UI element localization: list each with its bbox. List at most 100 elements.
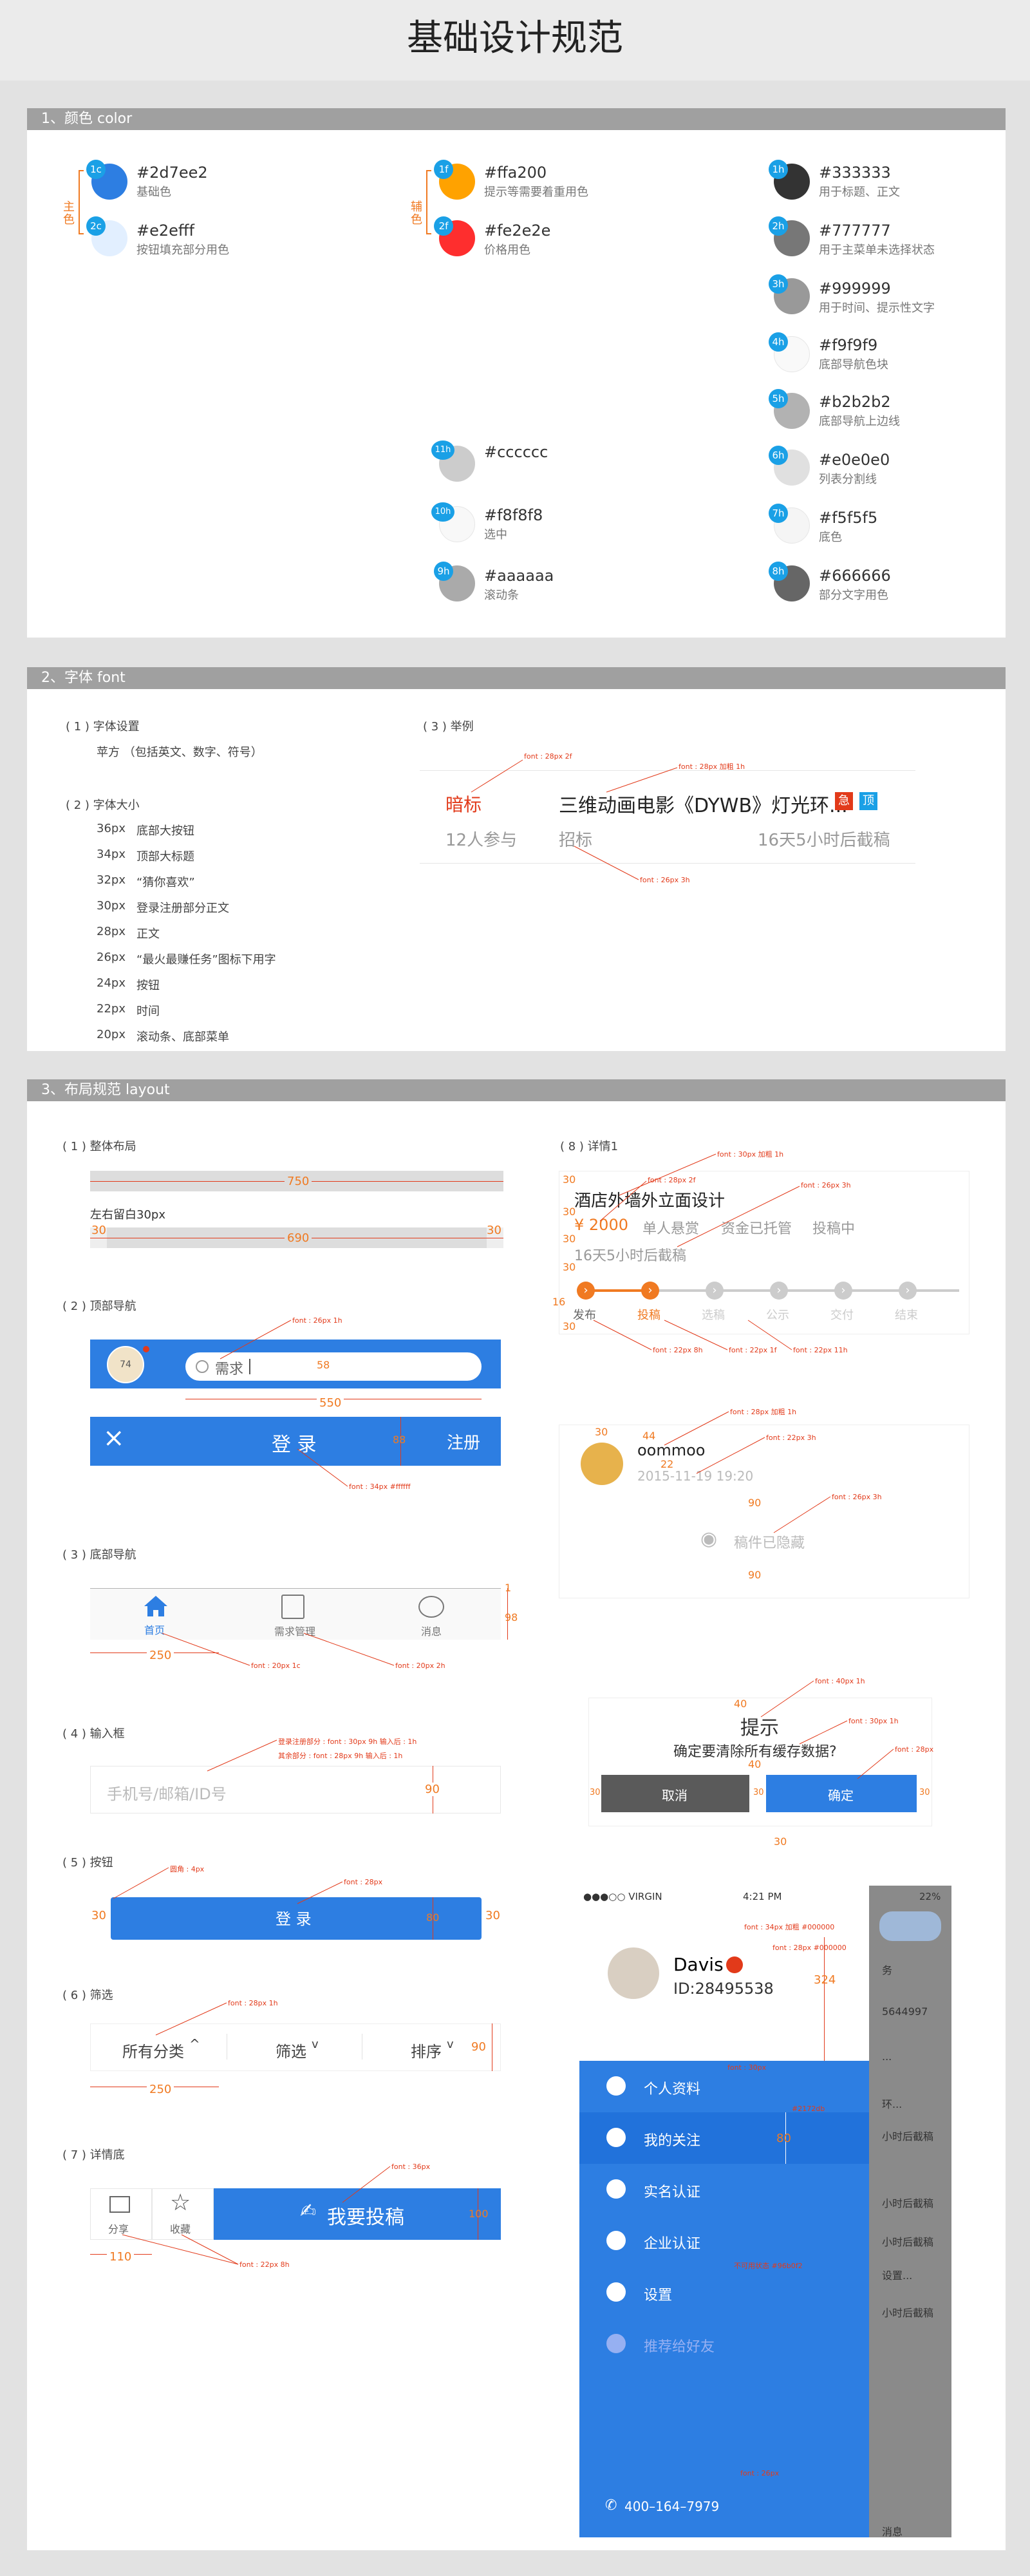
color-hex: #b2b2b2	[819, 393, 891, 411]
status-carrier: ●●●○○ VIRGIN	[583, 1891, 662, 1902]
color-desc: 底色	[819, 531, 842, 544]
color-hex: #666666	[819, 567, 891, 585]
page-title: 基础设计规范	[0, 0, 1030, 80]
swatch-id: 1f	[434, 160, 453, 179]
drawer-menu-item[interactable]: 个人资料	[579, 2061, 869, 2112]
color-desc: 用于标题、正文	[819, 185, 900, 199]
color-hex: #e0e0e0	[819, 451, 890, 469]
annotation-lines	[471, 759, 678, 880]
gear-icon	[606, 2282, 626, 2302]
annotation: font : 28px #000000	[772, 1944, 847, 1952]
drawer-menu-item[interactable]: 设置	[579, 2267, 869, 2318]
swatch-id: 2c	[86, 216, 106, 236]
color-hex: #cccccc	[484, 443, 548, 461]
primary-label: 主色	[63, 200, 75, 227]
phone-screen: 务 5644997... 环... 小时后截稿 小时后截稿 小时后截稿 设置... 小时后截稿…	[579, 1886, 951, 2537]
annotation: font : 34px 加粗 #000000	[744, 1923, 835, 1931]
layout-panel: ( 1 ) 整体布局 750 左右留白30px 30 690 30 ( 2 ) …	[27, 1101, 1006, 2550]
color-hex: #f8f8f8	[484, 506, 543, 524]
color-desc: 滚动条	[484, 589, 519, 602]
background-peek-text: 环...	[882, 2098, 903, 2110]
color-desc: 底部导航色块	[819, 358, 888, 372]
section-font-header: 2、字体 font	[27, 667, 1006, 689]
background-peek-text: 小时后截稿	[882, 2236, 934, 2248]
section-color-header: 1、颜色 color	[27, 108, 1006, 130]
vip-badge-icon	[726, 1956, 743, 1973]
color-hex: #ffa200	[484, 164, 547, 182]
color-desc: 列表分割线	[819, 473, 877, 486]
annotation: font : 26px	[740, 2469, 780, 2477]
drawer-menu-label: 设置	[644, 2287, 673, 2304]
color-hex: #777777	[819, 222, 891, 240]
color-desc: 部分文字用色	[819, 589, 888, 602]
color-desc: 提示等需要着重用色	[484, 185, 588, 199]
dimension-line	[824, 1937, 825, 2066]
font-panel: ( 1 ) 字体设置 苹方 （包括英文、数字、符号） ( 2 ) 字体大小 36…	[27, 689, 1006, 1051]
color-desc: 选中	[484, 528, 507, 542]
color-hex: #999999	[819, 279, 891, 298]
secondary-label: 辅色	[411, 200, 422, 227]
color-hex: #2d7ee2	[136, 164, 208, 182]
drawer-menu-label: 我的关注	[644, 2133, 701, 2149]
background-peek-text: 5644997	[882, 2005, 928, 2018]
background-peek-text: 务	[882, 1964, 893, 1976]
verify-icon	[606, 2179, 626, 2199]
swatch-id: 2h	[769, 216, 788, 236]
section-layout-header: 3、布局规范 layout	[27, 1079, 1006, 1101]
background-peek-text: 小时后截稿	[882, 2197, 934, 2210]
bg-search-peek	[879, 1911, 941, 1941]
swatch-id: 10h	[431, 502, 454, 522]
drawer-user-name: Davis	[673, 1954, 724, 1975]
phone-icon: ✆	[605, 2497, 617, 2514]
drawer-menu-item[interactable]: 实名认证	[579, 2164, 869, 2215]
hotline-number[interactable]: 400–164–7979	[624, 2499, 719, 2514]
swatch-id: 4h	[769, 332, 788, 352]
color-hex: #e2efff	[136, 222, 194, 240]
color-hex: #f5f5f5	[819, 509, 878, 527]
drawer-menu-item[interactable]: 企业认证	[579, 2215, 869, 2267]
swatch-id: 11h	[431, 440, 454, 460]
follow-icon	[606, 2128, 626, 2147]
color-desc: 基础色	[136, 185, 171, 199]
dim-324: 324	[814, 1973, 836, 1987]
swatch-id: 1c	[86, 160, 106, 179]
color-desc: 用于主菜单未选择状态	[819, 243, 935, 257]
color-desc: 价格用色	[484, 243, 530, 257]
background-peek-text: 设置...	[882, 2269, 913, 2282]
swatch-id: 5h	[769, 389, 788, 408]
swatch-id: 7h	[769, 504, 788, 523]
secondary-bracket	[426, 170, 431, 234]
swatch-id: 2f	[434, 216, 453, 236]
swatch-id: 6h	[769, 446, 788, 465]
drawer-menu-label: 推荐给好友	[644, 2339, 715, 2355]
profile-icon	[606, 2076, 626, 2096]
drawer-menu-item: 推荐给好友	[579, 2318, 869, 2370]
swatch-id: 8h	[769, 562, 788, 581]
drawer-avatar[interactable]	[608, 1947, 659, 1999]
drawer-menu-label: 个人资料	[644, 2081, 701, 2098]
recommend-icon	[606, 2334, 626, 2353]
drawer-menu-label: 实名认证	[644, 2184, 701, 2201]
background-overlay	[869, 1886, 951, 2537]
color-desc: 底部导航上边线	[819, 415, 900, 428]
drawer-user-id: ID:28495538	[673, 1980, 774, 1998]
company-icon	[606, 2231, 626, 2250]
drawer-menu-label: 企业认证	[644, 2236, 701, 2252]
status-battery: 22%	[919, 1891, 941, 1902]
background-peek-text: 小时后截稿	[882, 2307, 934, 2319]
color-hex: #f9f9f9	[819, 336, 878, 354]
primary-bracket	[79, 170, 84, 234]
drawer-menu-item[interactable]: 我的关注	[579, 2112, 869, 2164]
dim-80: 80	[776, 2132, 791, 2145]
color-desc: 按钮填充部分用色	[136, 243, 229, 257]
swatch-id: 1h	[769, 160, 788, 179]
status-time: 4:21 PM	[743, 1891, 782, 1902]
color-desc: 用于时间、提示性文字	[819, 301, 935, 315]
color-hex: #fe2e2e	[484, 222, 551, 240]
background-peek-text: 小时后截稿	[882, 2130, 934, 2143]
color-hex: #aaaaaa	[484, 567, 554, 585]
color-panel: 主色 1c #2d7ee2 基础色 2c #e2efff 按钮填充部分用色 辅色…	[27, 130, 1006, 638]
swatch-id: 3h	[769, 274, 788, 294]
background-peek-text: 消息	[882, 2526, 903, 2537]
background-peek-text: ...	[882, 2050, 892, 2063]
